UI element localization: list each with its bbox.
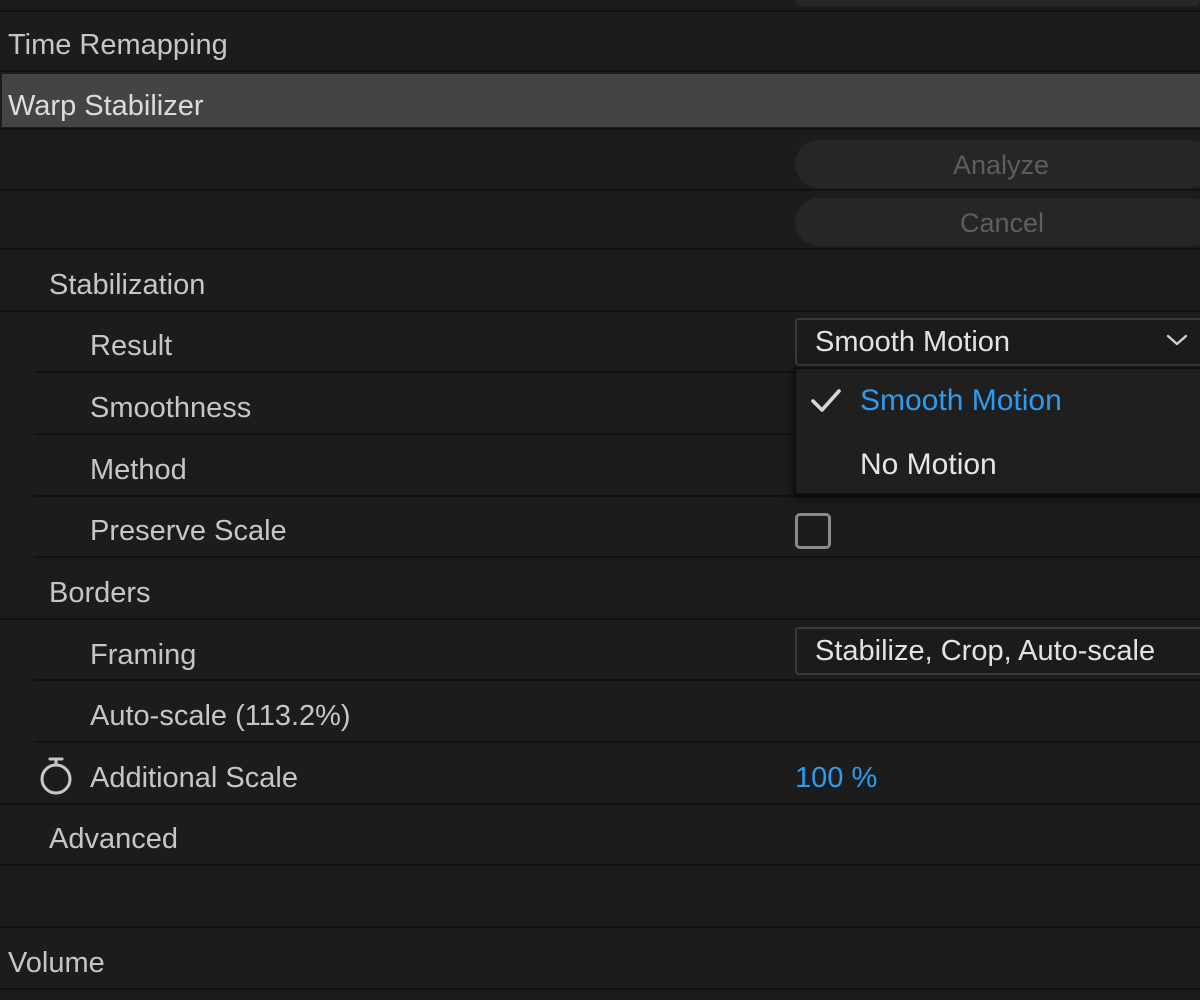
group-advanced[interactable]: Advanced: [49, 822, 178, 856]
menu-item-smooth-motion[interactable]: Smooth Motion: [796, 371, 1200, 431]
divider: [34, 741, 1200, 743]
framing-dropdown-value: Stabilize, Crop, Auto-scale: [815, 635, 1156, 667]
divider: [0, 310, 1200, 312]
menu-item-label: Smooth Motion: [860, 384, 1062, 417]
chevron-down-icon: [1166, 334, 1188, 346]
checkmark-icon: [811, 389, 841, 412]
group-borders[interactable]: Borders: [49, 576, 151, 610]
preserve-scale-label: Preserve Scale: [90, 515, 287, 547]
divider: [0, 988, 1200, 990]
divider: [34, 495, 1200, 497]
result-dropdown-menu: Smooth Motion No Motion: [794, 367, 1200, 495]
analyze-button[interactable]: Analyze: [795, 140, 1200, 188]
result-dropdown[interactable]: Smooth Motion: [795, 318, 1200, 366]
framing-dropdown[interactable]: Stabilize, Crop, Auto-scale: [795, 627, 1200, 675]
divider: [0, 189, 1200, 191]
previous-row-control: [795, 0, 1200, 6]
divider: [0, 70, 1200, 72]
method-label: Method: [90, 454, 187, 486]
divider: [0, 926, 1200, 928]
divider: [0, 10, 1200, 12]
result-dropdown-value: Smooth Motion: [815, 326, 1011, 358]
divider: [0, 618, 1200, 620]
menu-item-no-motion[interactable]: No Motion: [796, 435, 1200, 495]
framing-label: Framing: [90, 639, 197, 671]
effect-header-time-remapping[interactable]: Time Remapping: [8, 28, 228, 62]
group-stabilization[interactable]: Stabilization: [49, 268, 205, 302]
result-label: Result: [90, 330, 173, 362]
auto-scale-label: Auto-scale (113.2%): [90, 700, 351, 732]
additional-scale-value[interactable]: 100 %: [795, 761, 877, 795]
divider: [0, 248, 1200, 250]
preserve-scale-checkbox[interactable]: [795, 513, 831, 549]
effect-header-warp-stabilizer-label: Warp Stabilizer: [8, 90, 204, 122]
divider: [34, 556, 1200, 558]
divider: [0, 864, 1200, 866]
divider: [0, 128, 1200, 130]
cancel-button[interactable]: Cancel: [795, 198, 1200, 246]
smoothness-label: Smoothness: [90, 392, 252, 424]
menu-item-label: No Motion: [860, 448, 997, 481]
divider: [34, 679, 1200, 681]
divider: [0, 803, 1200, 805]
effect-header-volume[interactable]: Volume: [8, 946, 105, 980]
additional-scale-label: Additional Scale: [90, 762, 298, 794]
stopwatch-icon[interactable]: [36, 756, 76, 796]
